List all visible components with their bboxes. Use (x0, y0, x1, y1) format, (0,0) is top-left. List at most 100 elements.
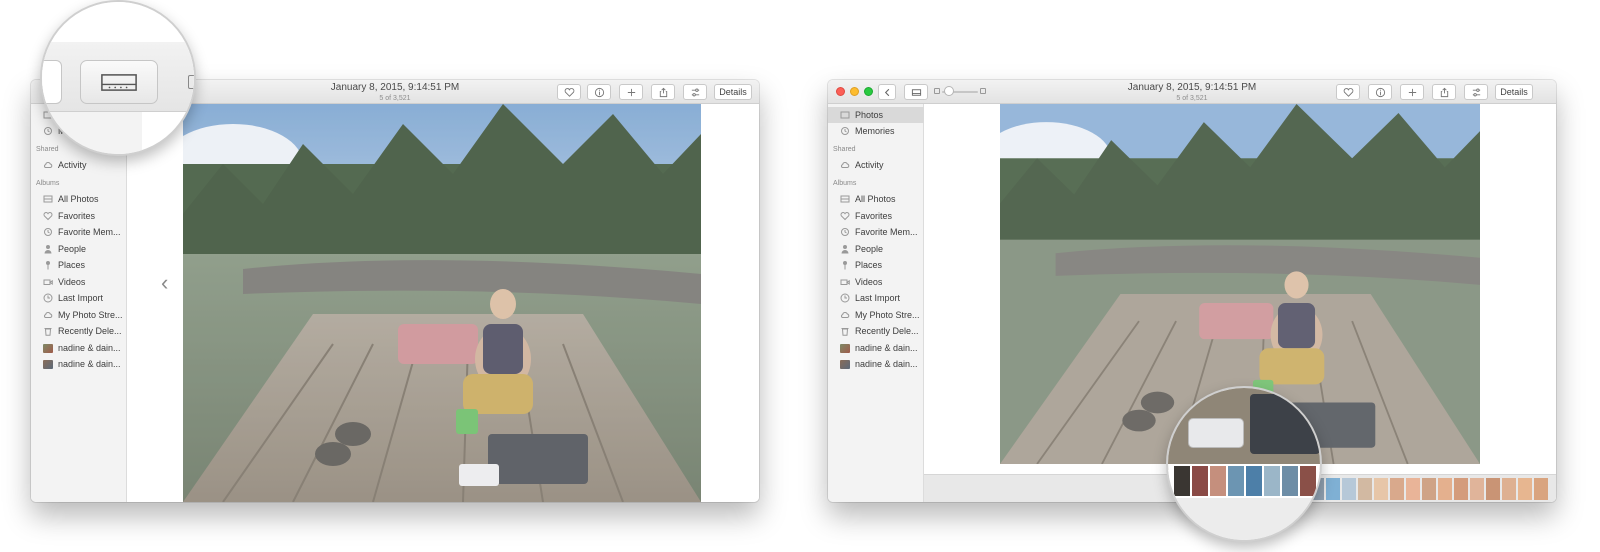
person-icon (840, 244, 850, 254)
details-button[interactable]: Details (1495, 84, 1533, 100)
previous-photo-arrow[interactable]: ‹ (161, 270, 168, 296)
sidebar-item-people[interactable]: People (31, 241, 127, 257)
sidebar-item-my-photo-stream[interactable]: My Photo Stre... (31, 307, 127, 323)
filmstrip-thumbnail[interactable] (1406, 478, 1420, 500)
sidebar-item-videos[interactable]: Videos (828, 274, 924, 290)
sidebar-item-favorites[interactable]: Favorites (828, 208, 924, 224)
all-photos-icon (840, 194, 850, 204)
show-thumbnails-button[interactable] (904, 84, 928, 100)
info-icon (1375, 87, 1385, 97)
memories-icon (840, 227, 850, 237)
album-thumbnail (43, 343, 53, 353)
sidebar-item-label: Favorites (58, 211, 96, 221)
zoom-out-icon (934, 88, 940, 94)
video-icon (840, 277, 850, 287)
filmstrip-thumbnail[interactable] (1326, 478, 1340, 500)
sidebar-item-label: Activity (855, 160, 884, 170)
filmstrip-thumbnail[interactable] (1502, 478, 1516, 500)
sidebar-item-activity[interactable]: Activity (31, 157, 127, 173)
cloud-icon (43, 160, 53, 170)
cloud-icon (840, 160, 850, 170)
adjust-button[interactable] (683, 84, 707, 100)
sidebar-item-album-2[interactable]: nadine & dain... (828, 356, 924, 372)
sidebar-item-videos[interactable]: Videos (31, 274, 127, 290)
filmstrip-thumbnail[interactable] (1390, 478, 1404, 500)
heart-icon (840, 211, 850, 221)
details-button[interactable]: Details (714, 84, 752, 100)
minimize-window-button[interactable] (850, 87, 859, 96)
sidebar-item-label: My Photo Stre... (855, 310, 920, 320)
memories-icon (840, 126, 850, 136)
sidebar-item-recently-deleted[interactable]: Recently Dele... (31, 323, 127, 339)
filmstrip-thumbnail[interactable] (1486, 478, 1500, 500)
sidebar-item-last-import[interactable]: Last Import (828, 290, 924, 306)
sidebar-item-label: Recently Dele... (58, 326, 122, 336)
filmstrip-thumbnail[interactable] (1534, 478, 1548, 500)
pin-icon (840, 260, 850, 270)
zoom-slider-knob[interactable] (944, 86, 954, 96)
sidebar-item-people[interactable]: People (828, 241, 924, 257)
close-window-button[interactable] (836, 87, 845, 96)
share-button[interactable] (1432, 84, 1456, 100)
sidebar-item-favorites[interactable]: Favorites (31, 208, 127, 224)
sidebar-item-label: Places (855, 260, 883, 270)
sidebar-item-label: nadine & dain... (58, 359, 121, 369)
sidebar-item-label: Recently Dele... (855, 326, 919, 336)
sidebar-item-label: My Photo Stre... (58, 310, 123, 320)
sidebar-item-places[interactable]: Places (31, 257, 127, 273)
sidebar-item-label: Last Import (855, 293, 901, 303)
sidebar-item-label: nadine & dain... (855, 343, 918, 353)
sidebar-item-activity[interactable]: Activity (828, 157, 924, 173)
sidebar-item-label: Favorite Mem... (855, 227, 918, 237)
sidebar-item-album-1[interactable]: nadine & dain... (31, 340, 127, 356)
sidebar-item-album-1[interactable]: nadine & dain... (828, 340, 924, 356)
thumbnail-strip-icon (101, 74, 137, 91)
filmstrip-thumbnail[interactable] (1470, 478, 1484, 500)
sidebar-item-my-photo-stream[interactable]: My Photo Stre... (828, 307, 924, 323)
filmstrip-thumbnail[interactable] (1358, 478, 1372, 500)
sidebar-item-favorite-memories[interactable]: Favorite Mem... (828, 224, 924, 240)
add-button[interactable] (1400, 84, 1424, 100)
filmstrip-thumbnail[interactable] (1518, 478, 1532, 500)
sidebar-item-label: People (855, 244, 884, 254)
clock-icon (43, 293, 53, 303)
back-button[interactable] (878, 84, 896, 100)
filmstrip-thumbnail[interactable] (1342, 478, 1356, 500)
sidebar-section-albums: Albums (36, 180, 60, 187)
sidebar-item-memories[interactable]: Memories (828, 123, 924, 139)
show-thumbnails-button-zoomed[interactable] (80, 60, 158, 104)
sidebar-item-label: Videos (58, 277, 86, 287)
photos-icon (840, 110, 850, 120)
heart-icon (1343, 87, 1353, 97)
sidebar-item-last-import[interactable]: Last Import (31, 290, 127, 306)
sidebar-item-places[interactable]: Places (828, 257, 924, 273)
sidebar-item-favorite-memories[interactable]: Favorite Mem... (31, 224, 127, 240)
maximize-window-button[interactable] (864, 87, 873, 96)
sidebar-item-label: People (58, 244, 87, 254)
slider-edge-icon (188, 75, 194, 89)
add-button[interactable] (619, 84, 643, 100)
filmstrip-thumbnail[interactable] (1422, 478, 1436, 500)
info-button[interactable] (1368, 84, 1392, 100)
cloud-icon (43, 310, 53, 320)
phone-detail (1188, 418, 1244, 448)
chevron-left-icon (884, 88, 889, 96)
filmstrip-thumbnail[interactable] (1374, 478, 1388, 500)
sidebar-item-all-photos[interactable]: All Photos (828, 191, 924, 207)
sidebar-section-shared: Shared (833, 146, 856, 153)
info-button[interactable] (587, 84, 611, 100)
filmstrip-thumbnail[interactable] (1454, 478, 1468, 500)
sidebar-item-photos[interactable]: Photos (828, 107, 924, 123)
sidebar-item-all-photos[interactable]: All Photos (31, 191, 127, 207)
toolbar-zoom-magnifier (40, 0, 196, 156)
sidebar-item-album-2[interactable]: nadine & dain... (31, 356, 127, 372)
favorite-button[interactable] (1336, 84, 1360, 100)
trash-icon (43, 326, 53, 336)
share-button[interactable] (651, 84, 675, 100)
sidebar: Photos Memories Shared Activity Albums A… (31, 104, 127, 502)
filmstrip-thumbnail[interactable] (1438, 478, 1452, 500)
favorite-button[interactable] (557, 84, 581, 100)
thumbnail-strip-icon (911, 88, 921, 96)
adjust-button[interactable] (1464, 84, 1488, 100)
sidebar-item-recently-deleted[interactable]: Recently Dele... (828, 323, 924, 339)
